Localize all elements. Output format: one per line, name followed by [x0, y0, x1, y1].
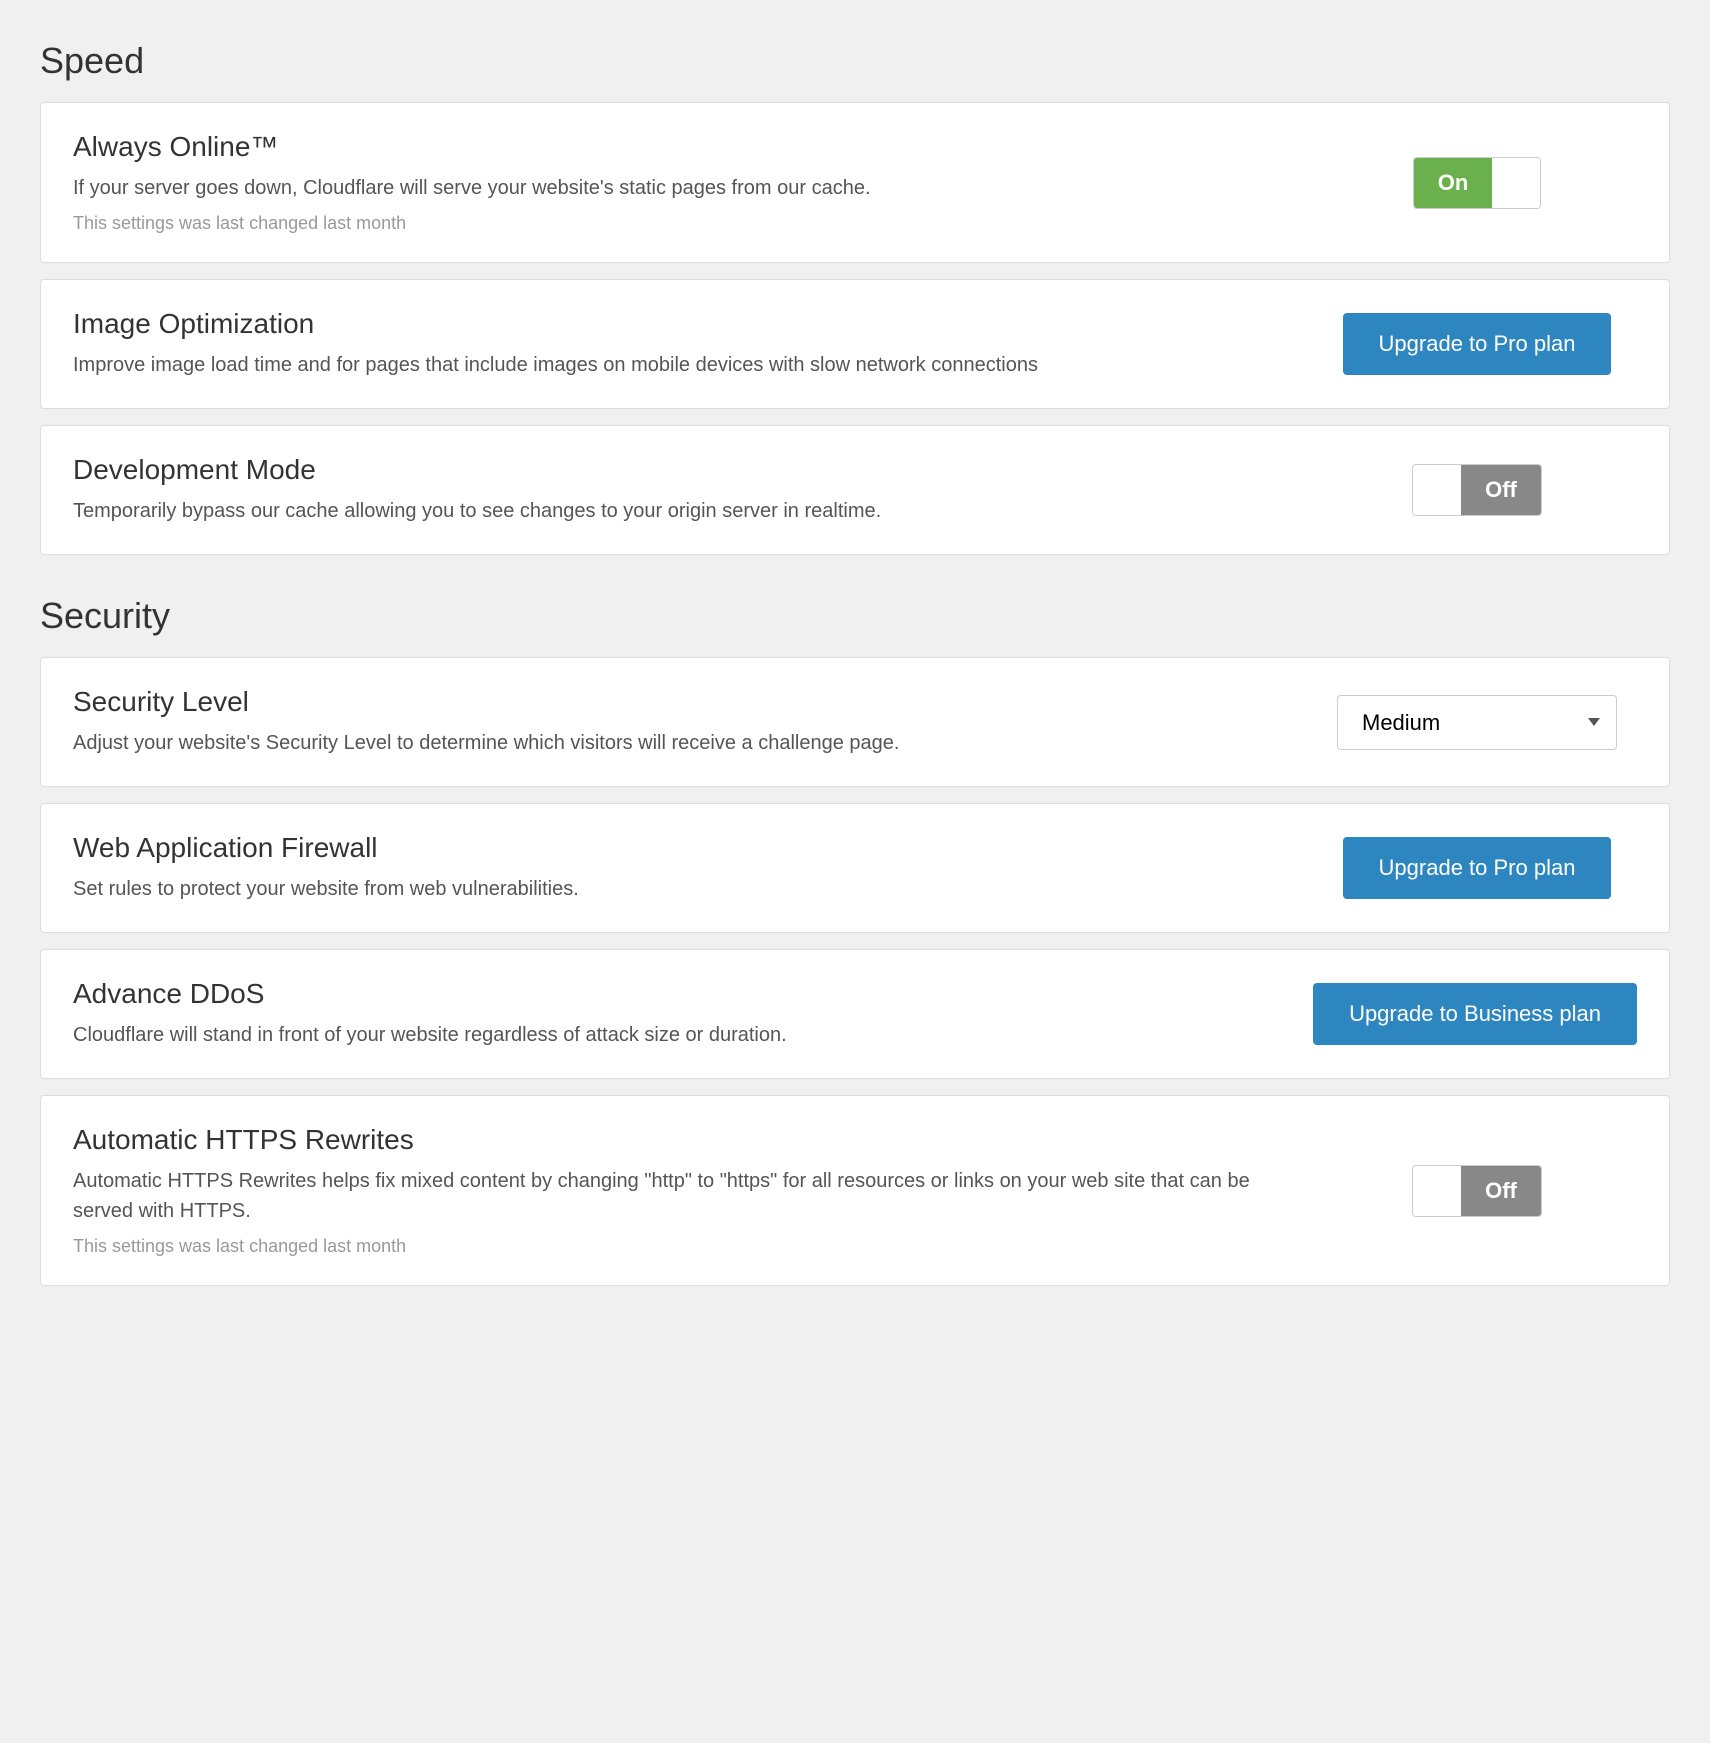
image-optimization-title: Image Optimization [73, 308, 1277, 340]
development-mode-title: Development Mode [73, 454, 1277, 486]
always-online-row: Always Online™ If your server goes down,… [40, 102, 1670, 263]
always-online-title: Always Online™ [73, 131, 1277, 163]
ddos-info: Advance DDoS Cloudflare will stand in fr… [73, 978, 1313, 1050]
waf-info: Web Application Firewall Set rules to pr… [73, 832, 1317, 904]
image-optimization-control: Upgrade to Pro plan [1317, 313, 1637, 375]
ddos-title: Advance DDoS [73, 978, 1273, 1010]
development-mode-toggle[interactable]: Off [1412, 464, 1542, 516]
security-section-title: Security [40, 595, 1670, 637]
https-rewrites-toggle[interactable]: Off [1412, 1165, 1542, 1217]
waf-title: Web Application Firewall [73, 832, 1277, 864]
https-rewrites-meta: This settings was last changed last mont… [73, 1236, 1277, 1257]
always-online-toggle-on[interactable]: On [1414, 158, 1493, 208]
ddos-desc: Cloudflare will stand in front of your w… [73, 1020, 1273, 1050]
image-optimization-info: Image Optimization Improve image load ti… [73, 308, 1317, 380]
development-mode-row: Development Mode Temporarily bypass our … [40, 425, 1670, 555]
always-online-info: Always Online™ If your server goes down,… [73, 131, 1317, 234]
https-rewrites-desc: Automatic HTTPS Rewrites helps fix mixed… [73, 1166, 1277, 1226]
security-level-dropdown[interactable]: Essentially Off Low Medium High I'm Unde… [1337, 695, 1617, 750]
https-rewrites-info: Automatic HTTPS Rewrites Automatic HTTPS… [73, 1124, 1317, 1257]
https-rewrites-toggle-off[interactable]: Off [1461, 1166, 1541, 1216]
waf-desc: Set rules to protect your website from w… [73, 874, 1277, 904]
waf-row: Web Application Firewall Set rules to pr… [40, 803, 1670, 933]
always-online-control: On [1317, 157, 1637, 209]
https-rewrites-control: Off [1317, 1165, 1637, 1217]
always-online-toggle[interactable]: On [1413, 157, 1542, 209]
development-mode-desc: Temporarily bypass our cache allowing yo… [73, 496, 1277, 526]
development-mode-toggle-off[interactable]: Off [1461, 465, 1541, 515]
image-optimization-row: Image Optimization Improve image load ti… [40, 279, 1670, 409]
security-level-control: Essentially Off Low Medium High I'm Unde… [1317, 695, 1637, 750]
ddos-row: Advance DDoS Cloudflare will stand in fr… [40, 949, 1670, 1079]
development-mode-control: Off [1317, 464, 1637, 516]
ddos-upgrade-btn[interactable]: Upgrade to Business plan [1313, 983, 1637, 1045]
https-rewrites-toggle-on-inactive [1413, 1166, 1461, 1216]
image-optimization-upgrade-btn[interactable]: Upgrade to Pro plan [1343, 313, 1612, 375]
development-mode-toggle-on-inactive [1413, 465, 1461, 515]
security-level-info: Security Level Adjust your website's Sec… [73, 686, 1317, 758]
https-rewrites-title: Automatic HTTPS Rewrites [73, 1124, 1277, 1156]
speed-section-title: Speed [40, 40, 1670, 82]
waf-upgrade-btn[interactable]: Upgrade to Pro plan [1343, 837, 1612, 899]
development-mode-info: Development Mode Temporarily bypass our … [73, 454, 1317, 526]
always-online-desc: If your server goes down, Cloudflare wil… [73, 173, 1277, 203]
security-level-row: Security Level Adjust your website's Sec… [40, 657, 1670, 787]
waf-control: Upgrade to Pro plan [1317, 837, 1637, 899]
always-online-toggle-off-inactive [1492, 158, 1540, 208]
always-online-meta: This settings was last changed last mont… [73, 213, 1277, 234]
ddos-control: Upgrade to Business plan [1313, 983, 1637, 1045]
security-level-title: Security Level [73, 686, 1277, 718]
https-rewrites-row: Automatic HTTPS Rewrites Automatic HTTPS… [40, 1095, 1670, 1286]
image-optimization-desc: Improve image load time and for pages th… [73, 350, 1277, 380]
security-level-desc: Adjust your website's Security Level to … [73, 728, 1277, 758]
